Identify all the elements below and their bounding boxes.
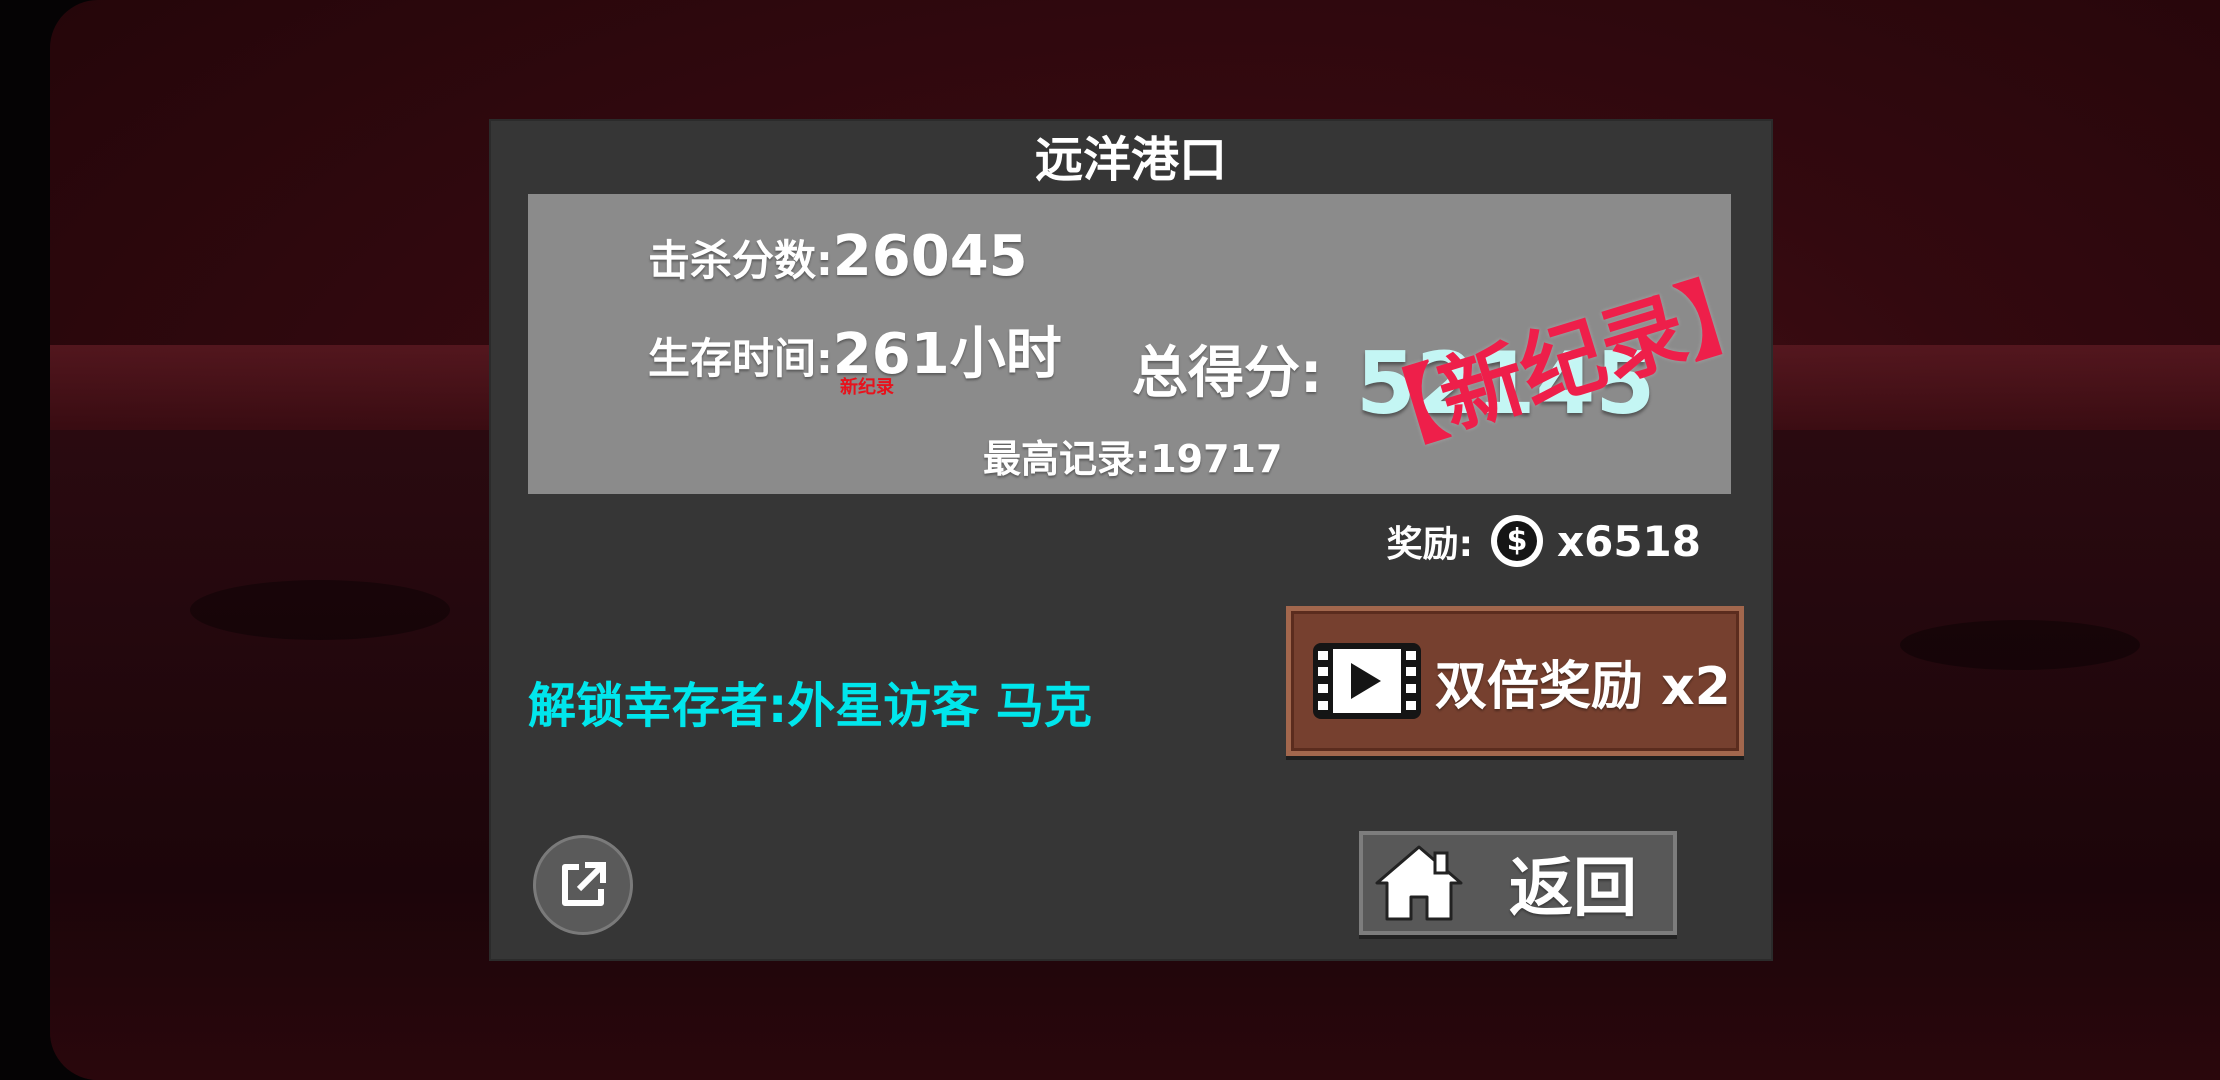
- reward-amount: x6518: [1557, 516, 1701, 566]
- reward-row: 奖励: $ x6518: [1387, 511, 1701, 571]
- best-record-label: 最高记录:: [983, 437, 1151, 481]
- best-record-value: 19717: [1150, 437, 1283, 481]
- unlock-survivor-text: 解锁幸存者:外星访客 马克: [528, 678, 1092, 734]
- result-panel: 远洋港口 击杀分数:26045 生存时间:261小时 新纪录 总得分: 5214…: [491, 121, 1778, 959]
- back-label: 返回: [1509, 852, 1637, 926]
- time-new-record-label: 新纪录: [840, 377, 894, 398]
- double-reward-label: 双倍奖励 x2: [1435, 656, 1731, 717]
- video-ad-icon: [1313, 643, 1421, 719]
- coin-icon: $: [1491, 515, 1543, 567]
- share-external-icon: [562, 862, 606, 906]
- home-icon: [1375, 845, 1463, 921]
- total-score-label: 总得分:: [1132, 341, 1323, 406]
- coin-symbol: $: [1497, 521, 1537, 561]
- kill-score-value: 26045: [832, 224, 1028, 289]
- survival-time-label: 生存时间:: [648, 334, 833, 383]
- kill-score-label: 击杀分数:: [648, 236, 833, 285]
- best-record: 最高记录:19717: [983, 434, 1282, 484]
- level-title: 远洋港口: [1034, 132, 1227, 188]
- score-box: 击杀分数:26045 生存时间:261小时 新纪录 总得分: 52145 【新纪…: [528, 194, 1778, 494]
- double-reward-button[interactable]: 双倍奖励 x2: [1286, 606, 1744, 756]
- reward-label: 奖励:: [1386, 524, 1473, 565]
- back-button[interactable]: 返回: [1359, 831, 1677, 935]
- share-button[interactable]: [533, 835, 633, 935]
- background-shadow: [190, 580, 450, 640]
- new-record-stamp: 【新纪录】: [1347, 255, 1779, 472]
- background-shadow: [1900, 620, 2140, 670]
- kill-score: 击杀分数:26045: [648, 224, 1028, 289]
